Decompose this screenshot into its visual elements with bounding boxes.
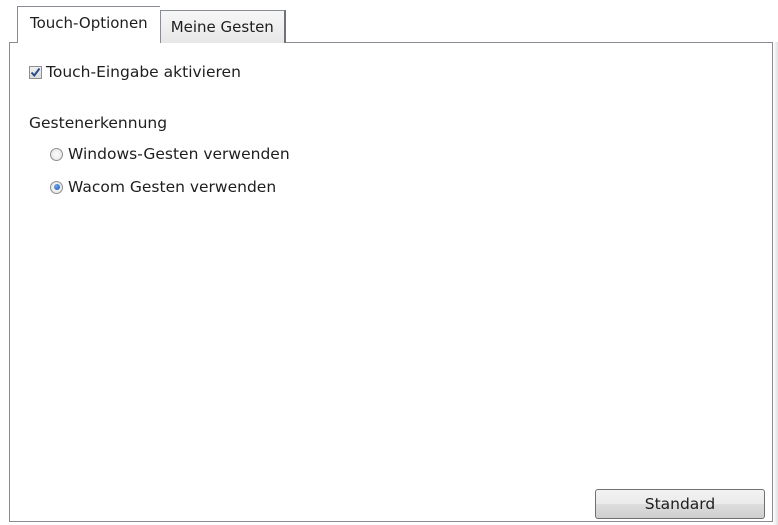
wacom-settings-window: Touch-Optionen Meine Gesten Touch-Eingab… [0, 0, 778, 525]
panel-edge [773, 42, 778, 525]
touch-input-row[interactable]: Touch-Eingabe aktivieren [29, 63, 241, 81]
wacom-gestures-label: Wacom Gesten verwenden [68, 178, 277, 196]
radio-selected-dot [53, 184, 60, 190]
wacom-gestures-radio[interactable] [50, 180, 63, 194]
standard-button-label: Standard [644, 495, 716, 513]
tab-bar: Touch-Optionen Meine Gesten [17, 6, 286, 43]
wacom-gestures-option[interactable]: Wacom Gesten verwenden [50, 178, 276, 196]
tab-touch-options[interactable]: Touch-Optionen [17, 6, 160, 43]
standard-button[interactable]: Standard [595, 489, 765, 519]
gesture-group-label: Gestenerkennung [29, 114, 168, 132]
check-mark-icon [30, 67, 41, 77]
windows-gestures-label: Windows-Gesten verwenden [68, 145, 290, 163]
tab-my-gestures[interactable]: Meine Gesten [159, 10, 286, 43]
tab-touch-options-label: Touch-Optionen [30, 14, 148, 32]
touch-input-checkbox[interactable] [29, 65, 42, 79]
tab-my-gestures-label: Meine Gesten [170, 18, 274, 36]
windows-gestures-radio[interactable] [50, 147, 63, 161]
touch-input-label: Touch-Eingabe aktivieren [46, 63, 241, 81]
windows-gestures-option[interactable]: Windows-Gesten verwenden [50, 145, 290, 163]
